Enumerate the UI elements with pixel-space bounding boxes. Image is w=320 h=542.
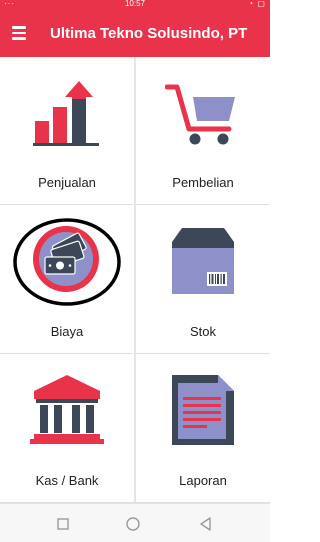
tile-label: Biaya <box>50 324 84 339</box>
stock-box-icon <box>136 211 270 311</box>
back-icon[interactable] <box>196 514 216 534</box>
tile-label: Kas / Bank <box>35 473 99 488</box>
tile-kas-bank[interactable]: Kas / Bank <box>0 354 134 503</box>
tile-label: Laporan <box>179 473 227 488</box>
app-bar: Ultima Tekno Solusindo, PT <box>0 10 270 57</box>
tile-penjualan[interactable]: Penjualan <box>0 57 134 205</box>
bank-icon <box>0 360 134 460</box>
home-icon[interactable] <box>123 514 143 534</box>
app-title: Ultima Tekno Solusindo, PT <box>50 25 248 42</box>
shopping-cart-icon <box>136 63 270 163</box>
tile-label: Stok <box>189 324 216 339</box>
sales-chart-icon <box>0 63 134 163</box>
money-icon <box>0 211 134 311</box>
tile-label: Pembelian <box>172 175 234 190</box>
tile-pembelian[interactable]: Pembelian <box>136 57 270 205</box>
tile-label: Penjualan <box>38 175 96 190</box>
navigation-bar <box>0 503 270 542</box>
recent-apps-icon[interactable] <box>53 514 73 534</box>
tile-biaya[interactable]: Biaya <box>0 205 134 354</box>
status-time: 10:57 <box>124 0 146 8</box>
battery-icons: ◔ ▢ <box>248 0 266 8</box>
tile-stok[interactable]: Stok <box>136 205 270 354</box>
menu-grid: Penjualan Pembelian Biaya Stok Kas / Ban… <box>0 57 270 503</box>
tile-laporan[interactable]: Laporan <box>136 354 270 503</box>
report-document-icon <box>136 360 270 460</box>
status-bar: ··· 10:57 ◔ ▢ <box>0 0 270 10</box>
hamburger-menu-icon[interactable] <box>8 22 30 44</box>
